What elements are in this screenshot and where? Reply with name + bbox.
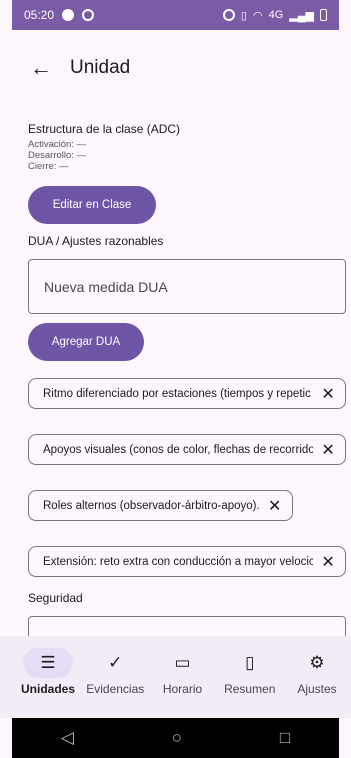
adc-desarrollo: Desarrollo: — <box>28 150 87 161</box>
chip-label: Extensión: reto extra con conducción a m… <box>43 555 314 568</box>
dua-chip[interactable]: Extensión: reto extra con conducción a m… <box>28 546 346 577</box>
nav-item-unidades[interactable]: ☰ Unidades <box>18 648 78 718</box>
clipboard-icon: ▯ <box>245 653 255 672</box>
adc-title: Estructura de la clase (ADC) <box>28 122 181 136</box>
chip-label: Ritmo diferenciado por estaciones (tiemp… <box>43 387 311 400</box>
status-time: 05:20 <box>24 8 55 22</box>
alarm-icon <box>82 9 95 21</box>
battery-icon <box>320 9 327 21</box>
dua-label: DUA / Ajustes razonables <box>28 234 164 248</box>
seguridad-label: Seguridad <box>28 591 83 605</box>
nav-item-horario[interactable]: ▭ Horario <box>153 648 213 718</box>
wifi-icon: ◠ <box>252 9 263 22</box>
close-icon[interactable]: ✕ <box>268 496 282 516</box>
edit-in-class-button[interactable]: Editar en Clase <box>28 186 156 224</box>
system-navigation-bar: ◁ ○ □ <box>12 718 339 758</box>
nav-label: Evidencias <box>86 682 145 696</box>
dua-chip[interactable]: Roles alternos (observador-árbitro-apoyo… <box>28 490 293 521</box>
nav-label: Unidades <box>20 682 75 696</box>
adc-activacion: Activación: — <box>28 139 87 150</box>
menu-icon: ☰ <box>23 648 73 678</box>
dua-chip[interactable]: Ritmo diferenciado por estaciones (tiemp… <box>28 378 346 409</box>
new-dua-input[interactable]: Nueva medida DUA <box>28 259 346 314</box>
nav-item-evidencias[interactable]: ✓ Evidencias <box>85 648 145 718</box>
home-circle-icon[interactable]: ○ <box>172 728 182 748</box>
recents-square-icon[interactable]: □ <box>280 728 290 748</box>
close-icon[interactable]: ✕ <box>321 384 335 404</box>
chip-label: Apoyos visuales (conos de color, flechas… <box>43 443 314 456</box>
nav-label: Horario <box>162 682 203 696</box>
chip-label: Roles alternos (observador-árbitro-apoyo… <box>43 499 260 512</box>
calendar-icon: ▭ <box>174 653 191 672</box>
close-icon[interactable]: ✕ <box>321 440 335 460</box>
close-icon[interactable]: ✕ <box>321 552 335 572</box>
main-content: Estructura de la clase (ADC) Activación:… <box>28 122 346 646</box>
back-arrow-icon[interactable]: ← <box>30 55 54 81</box>
nav-item-resumen[interactable]: ▯ Resumen <box>220 648 280 718</box>
nav-label: Ajustes <box>297 682 337 696</box>
signal-icon: ▂▄▆ <box>289 9 314 22</box>
page-title: Unidad <box>70 57 131 78</box>
check-icon: ✓ <box>108 653 123 672</box>
back-triangle-icon[interactable]: ◁ <box>61 728 74 748</box>
data-saver-icon <box>62 9 75 21</box>
alarm-icon <box>222 9 235 21</box>
adc-cierre: Cierre: — <box>28 161 69 172</box>
network-type: 4G <box>268 9 284 21</box>
app-bar: ← Unidad <box>0 40 351 96</box>
gear-icon: ⚙ <box>309 653 325 672</box>
vibrate-icon: ▯ <box>240 9 247 22</box>
nav-item-ajustes[interactable]: ⚙ Ajustes <box>287 648 347 718</box>
dua-chip[interactable]: Apoyos visuales (conos de color, flechas… <box>28 434 346 465</box>
status-bar: 05:20 ▯ ◠ 4G ▂▄▆ <box>12 0 339 30</box>
bottom-navigation: ☰ Unidades ✓ Evidencias ▭ Horario ▯ Resu… <box>0 636 351 718</box>
add-dua-button[interactable]: Agregar DUA <box>28 323 144 361</box>
nav-label: Resumen <box>224 682 276 696</box>
